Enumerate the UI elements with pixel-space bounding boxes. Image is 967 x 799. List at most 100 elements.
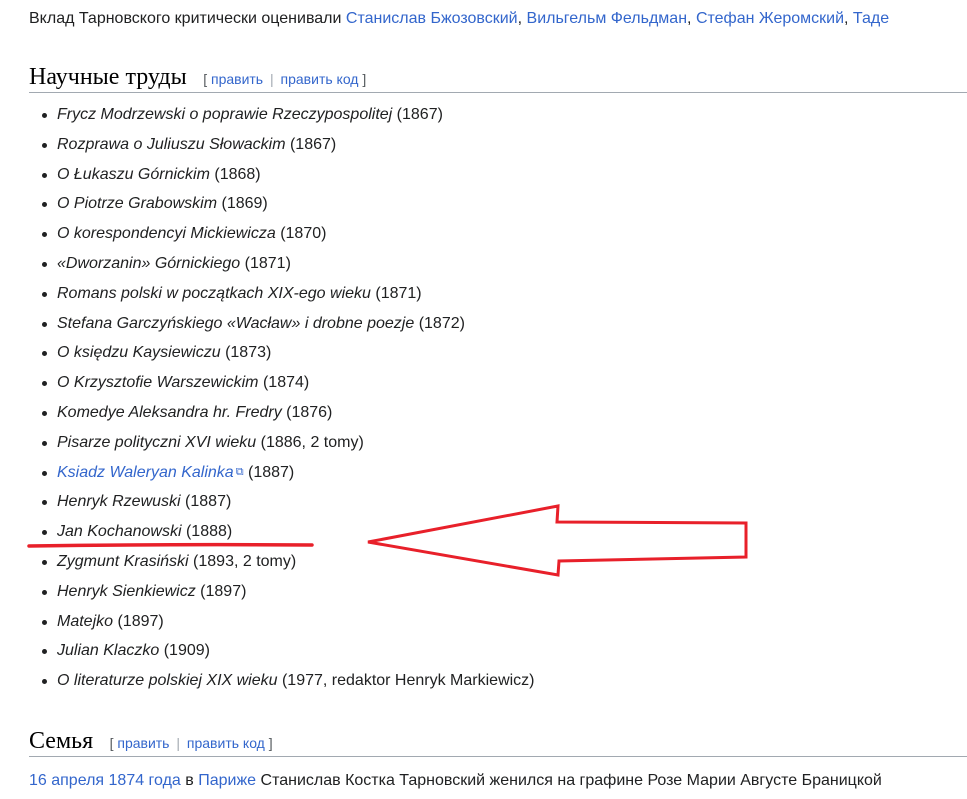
- bullet-icon: [42, 172, 47, 178]
- bracket-close: ]: [362, 71, 367, 87]
- bullet-icon: [42, 142, 47, 148]
- intro-paragraph: Вклад Тарновского критически оценивали С…: [29, 8, 889, 30]
- works-list: Frycz Modrzewski o poprawie Rzeczypospol…: [40, 100, 535, 696]
- work-title-link[interactable]: Ksiadz Waleryan Kalinka ⧉: [57, 464, 244, 481]
- list-item: O Łukaszu Górnickim (1868): [40, 160, 535, 190]
- link-brzozowski[interactable]: Станислав Бжозовский: [346, 10, 518, 27]
- work-year-note: (1872): [414, 314, 465, 332]
- date-link[interactable]: 16 апреля 1874 года: [29, 772, 181, 789]
- work-year-note: (1887): [180, 493, 232, 511]
- work-title: O Krzysztofie Warszewickim: [57, 374, 259, 392]
- work-title: Henryk Rzewuski: [57, 493, 181, 511]
- pipe-separator: |: [176, 735, 181, 751]
- work-title: Romans polski w początkach XIX-ego wieku: [57, 284, 371, 302]
- section-title: Семья: [29, 728, 94, 754]
- work-year-note: (1977, redaktor Henryk Markiewicz): [277, 672, 535, 690]
- list-item: O Piotrze Grabowskim (1869): [40, 189, 535, 219]
- separator: ,: [517, 10, 527, 27]
- edit-section-links: [ править | править код ]: [110, 735, 273, 751]
- bracket-open: [: [203, 71, 208, 87]
- paris-link[interactable]: Париже: [198, 772, 256, 789]
- bullet-icon: [42, 559, 47, 565]
- work-title: Frycz Modrzewski o poprawie Rzeczypospol…: [57, 106, 393, 123]
- work-year-note: (1867): [285, 135, 337, 153]
- list-item: Henryk Rzewuski (1887): [40, 487, 535, 517]
- edit-code-link[interactable]: править код: [187, 735, 265, 751]
- section-heading-works: Научные труды [ править | править код ]: [29, 62, 967, 93]
- bullet-icon: [42, 470, 47, 476]
- work-title: Stefana Garczyńskiego «Wacław» i drobne …: [57, 314, 415, 332]
- link-feldman[interactable]: Вильгельм Фельдман: [527, 10, 688, 27]
- bracket-open: [: [109, 735, 114, 751]
- bullet-icon: [42, 232, 47, 238]
- list-item: O księdzu Kaysiewiczu (1873): [40, 338, 535, 368]
- list-item: Henryk Sienkiewicz (1897): [40, 577, 535, 607]
- section-heading-family: Семья [ править | править код ]: [29, 726, 967, 757]
- bullet-icon: [42, 202, 47, 208]
- list-item: O korespondencyi Mickiewicza (1870): [40, 219, 535, 249]
- work-year-note: (1887): [243, 463, 295, 481]
- bullet-icon: [42, 619, 47, 625]
- bullet-icon: [42, 649, 47, 655]
- work-year-note: (1868): [209, 165, 261, 183]
- external-link-icon: ⧉: [235, 465, 244, 478]
- bullet-icon: [42, 589, 47, 595]
- work-title: «Dworzanin» Górnickiego: [57, 254, 241, 272]
- list-item: O literaturze polskiej XIX wieku (1977, …: [40, 666, 535, 696]
- bullet-icon: [42, 113, 47, 118]
- work-year-note: (1871): [240, 254, 291, 272]
- edit-section-links: [ править | править код ]: [203, 71, 366, 87]
- work-year-note: (1871): [370, 284, 422, 302]
- bullet-icon: [42, 679, 47, 685]
- work-year-note: (1897): [195, 582, 247, 600]
- work-year-note: (1888): [181, 523, 233, 541]
- edit-link[interactable]: править: [117, 735, 169, 751]
- list-item: O Krzysztofie Warszewickim (1874): [40, 368, 535, 398]
- list-item: Stefana Garczyńskiego «Wacław» i drobne …: [40, 309, 535, 339]
- list-item: Matejko (1897): [40, 607, 535, 637]
- work-title: O korespondencyi Mickiewicza: [57, 225, 276, 243]
- work-year-note: (1876): [281, 403, 333, 421]
- work-title: Zygmunt Krasiński: [57, 552, 189, 570]
- family-text-rest: Станислав Костка Тарновский женился на г…: [256, 772, 882, 789]
- work-title: Julian Klaczko: [57, 642, 160, 660]
- work-year-note: (1893, 2 tomy): [188, 552, 297, 570]
- intro-text: Вклад Тарновского критически оценивали: [29, 10, 346, 27]
- link-zeromski[interactable]: Стефан Жеромский: [696, 10, 844, 27]
- list-item: Pisarze polityczni XVI wieku (1886, 2 to…: [40, 428, 535, 458]
- list-item: Rozprawa o Juliuszu Słowackim (1867): [40, 130, 535, 160]
- family-paragraph: 16 апреля 1874 года в Париже Станислав К…: [29, 770, 882, 792]
- work-year-note: (1897): [113, 612, 164, 630]
- work-year-note: (1886, 2 tomy): [256, 433, 364, 451]
- work-title: Rozprawa o Juliuszu Słowackim: [57, 135, 286, 153]
- work-year-note: (1874): [258, 374, 310, 392]
- work-title: O literaturze polskiej XIX wieku: [57, 672, 278, 690]
- edit-code-link[interactable]: править код: [281, 71, 359, 87]
- list-item: Komedye Aleksandra hr. Fredry (1876): [40, 398, 535, 428]
- section-title: Научные труды: [29, 64, 187, 90]
- pipe-separator: |: [270, 71, 274, 87]
- list-item: «Dworzanin» Górnickiego (1871): [40, 249, 535, 279]
- bullet-icon: [42, 291, 47, 297]
- list-item: Romans polski w początkach XIX-ego wieku…: [40, 279, 535, 309]
- link-tadeusz[interactable]: Таде: [853, 10, 889, 27]
- bullet-icon: [42, 381, 47, 387]
- work-title: O Piotrze Grabowskim: [57, 195, 218, 213]
- bullet-icon: [42, 261, 47, 267]
- work-title: Pisarze polityczni XVI wieku: [57, 433, 257, 451]
- list-item: Frycz Modrzewski o poprawie Rzeczypospol…: [40, 100, 535, 130]
- edit-link[interactable]: править: [211, 71, 263, 87]
- work-title: O księdzu Kaysiewiczu: [57, 344, 221, 362]
- bullet-icon: [42, 440, 47, 446]
- separator: ,: [844, 10, 853, 27]
- bullet-icon: [42, 500, 47, 506]
- work-title: O Łukaszu Górnickim: [57, 165, 210, 183]
- work-year-note: (1873): [220, 344, 272, 362]
- separator: ,: [687, 10, 696, 27]
- bullet-icon: [42, 351, 47, 357]
- list-item: Ksiadz Waleryan Kalinka ⧉ (1887): [40, 458, 535, 488]
- work-title: Ksiadz Waleryan Kalinka: [57, 463, 234, 481]
- work-year-note: (1909): [159, 642, 210, 660]
- bullet-icon: [42, 530, 47, 536]
- work-year-note: (1870): [275, 225, 327, 243]
